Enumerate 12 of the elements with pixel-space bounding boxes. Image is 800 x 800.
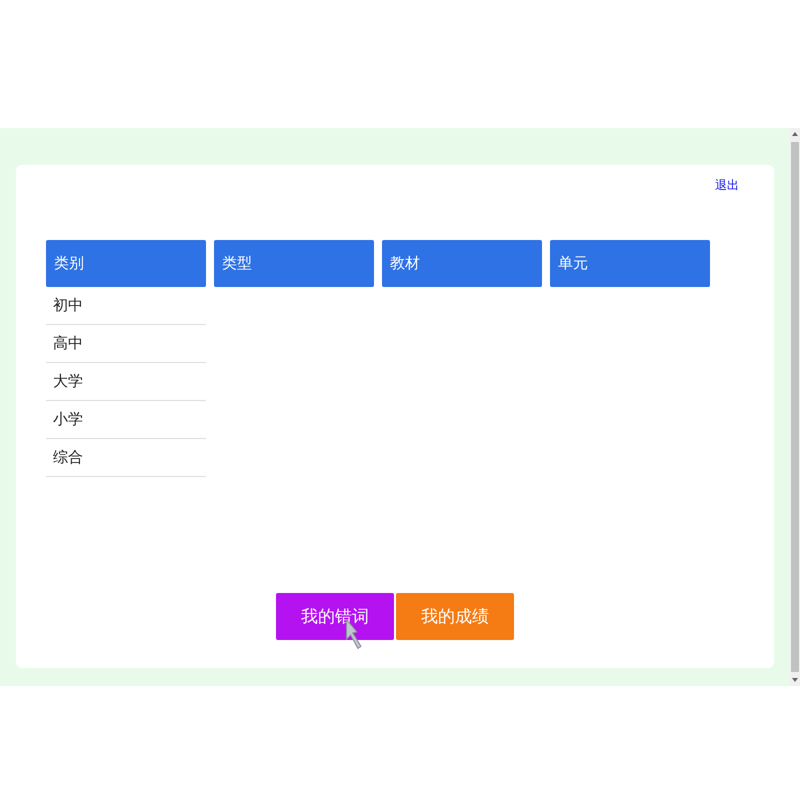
list-item[interactable]: 初中 (46, 287, 206, 325)
list-item[interactable]: 小学 (46, 401, 206, 439)
scrollbar[interactable] (790, 128, 800, 686)
column-header: 类型 (214, 240, 374, 287)
column-header: 类别 (46, 240, 206, 287)
column-header: 单元 (550, 240, 710, 287)
list-item[interactable]: 高中 (46, 325, 206, 363)
logout-link[interactable]: 退出 (715, 177, 739, 193)
column-header: 教材 (382, 240, 542, 287)
list-item[interactable]: 大学 (46, 363, 206, 401)
list-item[interactable]: 综合 (46, 439, 206, 477)
action-button[interactable]: 我的错词 (276, 593, 394, 640)
